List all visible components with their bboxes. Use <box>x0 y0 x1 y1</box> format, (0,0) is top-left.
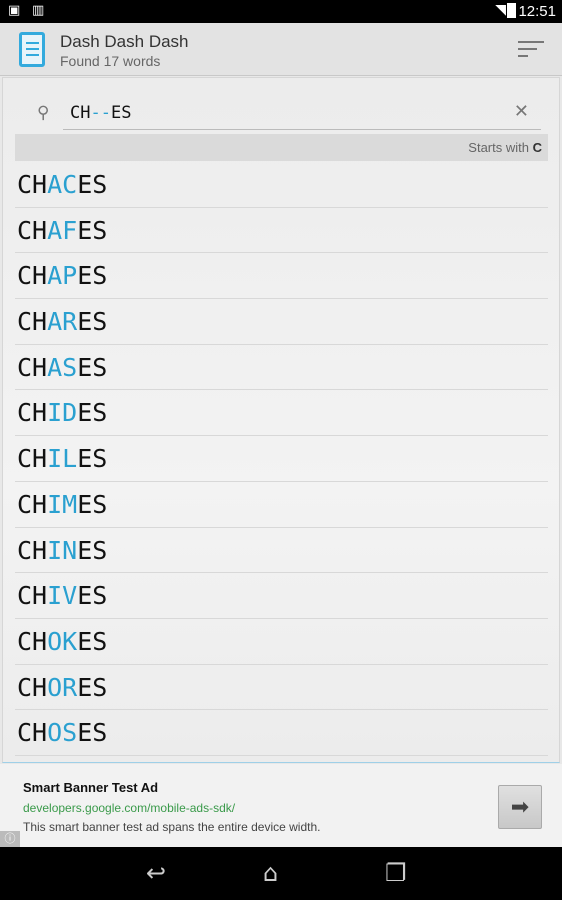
word-part-post: ES <box>77 261 108 291</box>
ad-headline: Smart Banner Test Ad <box>23 780 159 795</box>
list-item[interactable]: CHACES <box>15 162 548 208</box>
barcode-icon: ▥ <box>32 3 45 18</box>
word-part-pre: CH <box>17 444 48 474</box>
list-item[interactable]: CHASES <box>15 345 548 391</box>
shopping-bag-icon: ▣ <box>8 3 21 18</box>
word-part-pre: CH <box>17 718 48 748</box>
section-letter: C <box>532 140 542 155</box>
info-icon[interactable]: ⓘ <box>0 831 20 847</box>
section-header: Starts with C <box>15 134 548 161</box>
word-part-post: ES <box>77 718 108 748</box>
word-part-mid: AC <box>47 170 78 199</box>
word-part-mid: AS <box>47 352 78 382</box>
word-part-post: ES <box>77 398 108 428</box>
word-part-pre: CH <box>17 307 48 337</box>
search-bar: ⚲ CH--ES ✕ <box>29 98 541 130</box>
word-part-post: ES <box>77 215 108 245</box>
word-part-pre: CH <box>17 581 48 611</box>
word-part-mid: OS <box>47 718 78 748</box>
word-part-post: ES <box>77 672 108 702</box>
word-part-pre: CH <box>17 626 48 656</box>
search-underline <box>63 129 541 130</box>
wifi-icon: ◥ <box>495 2 506 18</box>
sort-icon[interactable] <box>518 41 544 62</box>
word-part-post: ES <box>77 307 108 337</box>
ad-description: This smart banner test ad spans the enti… <box>23 820 321 834</box>
list-item[interactable]: CHORES <box>15 665 548 711</box>
word-part-post: ES <box>77 535 108 565</box>
close-icon[interactable]: ✕ <box>514 101 529 122</box>
word-part-mid: OK <box>47 626 78 656</box>
list-item[interactable]: CHILES <box>15 436 548 482</box>
list-item[interactable]: CHAFES <box>15 208 548 254</box>
word-part-post: ES <box>77 626 108 656</box>
word-part-post: ES <box>77 352 108 382</box>
home-icon[interactable]: ⌂ <box>263 859 278 887</box>
word-part-mid: OR <box>47 672 78 702</box>
word-part-post: ES <box>77 444 108 474</box>
word-part-pre: CH <box>17 535 48 565</box>
word-part-mid: AR <box>47 307 78 337</box>
word-part-pre: CH <box>17 489 48 519</box>
clock: 12:51 <box>518 3 556 20</box>
word-list: CHACES CHAFES CHAPES CHARES CHASES CHIDES CHIL… <box>15 162 548 756</box>
ad-url[interactable]: developers.google.com/mobile-ads-sdk/ <box>23 801 235 815</box>
word-part-mid: AP <box>47 261 78 291</box>
word-part-post: ES <box>77 489 108 519</box>
section-label: Starts with <box>468 140 529 155</box>
search-input[interactable] <box>69 102 469 122</box>
list-item[interactable]: CHIMES <box>15 482 548 528</box>
word-part-mid: IN <box>47 535 78 565</box>
list-item[interactable]: CHIVES <box>15 573 548 619</box>
word-part-mid: IV <box>47 581 78 611</box>
word-part-mid: AF <box>47 215 78 245</box>
arrow-right-icon: ➡ <box>510 794 530 819</box>
word-part-pre: CH <box>17 215 48 245</box>
word-part-pre: CH <box>17 170 48 199</box>
list-item[interactable]: CHAPES <box>15 253 548 300</box>
word-part-mid: IL <box>47 444 78 474</box>
word-part-pre: CH <box>17 672 48 702</box>
word-part-pre: CH <box>17 398 48 428</box>
ad-banner[interactable]: Smart Banner Test Ad developers.google.c… <box>0 764 562 847</box>
notepad-icon[interactable] <box>19 32 45 67</box>
navigation-bar: ↩ ⌂ ❐ <box>0 847 562 900</box>
list-item[interactable]: CHINES <box>15 528 548 574</box>
ad-arrow-button[interactable]: ➡ <box>498 785 542 829</box>
list-item[interactable]: CHOKES <box>15 619 548 665</box>
status-bar: ▣ ▥ ◥ 12:51 <box>0 0 562 23</box>
app-title: Dash Dash Dash <box>60 32 189 51</box>
list-item[interactable]: CHOSES <box>15 710 548 756</box>
battery-charging-icon <box>507 3 516 18</box>
word-part-post: ES <box>77 170 108 199</box>
search-icon: ⚲ <box>37 103 50 123</box>
word-part-mid: IM <box>47 489 78 519</box>
word-part-pre: CH <box>17 352 48 382</box>
back-icon[interactable]: ↩ <box>146 859 166 887</box>
word-part-mid: ID <box>47 398 78 428</box>
result-count: Found 17 words <box>60 53 161 69</box>
action-bar: Dash Dash Dash Found 17 words <box>0 23 562 76</box>
recent-apps-icon[interactable]: ❐ <box>385 859 407 887</box>
word-part-post: ES <box>77 581 108 611</box>
list-item[interactable]: CHIDES <box>15 390 548 437</box>
results-card: ⚲ CH--ES ✕ Starts with C CHACES CHAFES CHA… <box>2 77 560 763</box>
word-part-pre: CH <box>17 261 48 291</box>
list-item[interactable]: CHARES <box>15 299 548 345</box>
